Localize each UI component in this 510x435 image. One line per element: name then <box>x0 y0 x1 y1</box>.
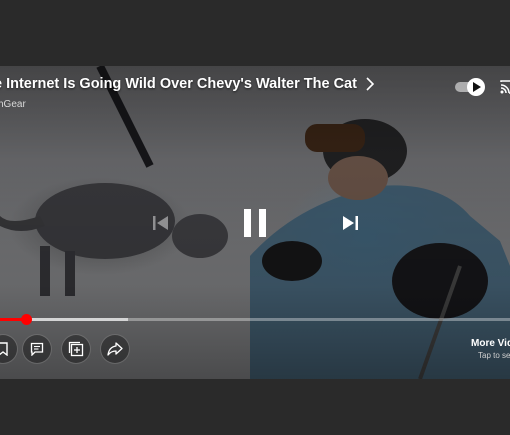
autoplay-toggle-icon <box>467 78 485 96</box>
comment-button[interactable] <box>22 334 52 364</box>
skip-next-icon[interactable] <box>339 212 361 234</box>
chevron-right-icon <box>366 77 375 91</box>
video-player[interactable]: e Internet Is Going Wild Over Chevy's Wa… <box>0 66 510 379</box>
progress-bar[interactable] <box>0 314 510 325</box>
video-title-row[interactable]: e Internet Is Going Wild Over Chevy's Wa… <box>0 76 375 92</box>
channel-name[interactable]: hGear <box>0 99 26 110</box>
comment-icon <box>30 342 44 356</box>
more-videos-label[interactable]: More Vid <box>471 338 510 349</box>
share-button[interactable] <box>100 334 130 364</box>
add-to-playlist-button[interactable] <box>61 334 91 364</box>
scrubber-handle[interactable] <box>20 314 32 325</box>
more-videos-sublabel: Tap to se <box>478 351 510 360</box>
pause-icon[interactable] <box>240 206 270 240</box>
save-icon <box>0 342 8 356</box>
video-title: e Internet Is Going Wild Over Chevy's Wa… <box>0 76 357 92</box>
add-to-playlist-icon <box>68 341 84 357</box>
share-icon <box>107 342 123 356</box>
autoplay-toggle[interactable] <box>455 78 485 96</box>
cast-icon[interactable] <box>500 79 510 95</box>
skip-previous-icon[interactable] <box>150 212 172 234</box>
